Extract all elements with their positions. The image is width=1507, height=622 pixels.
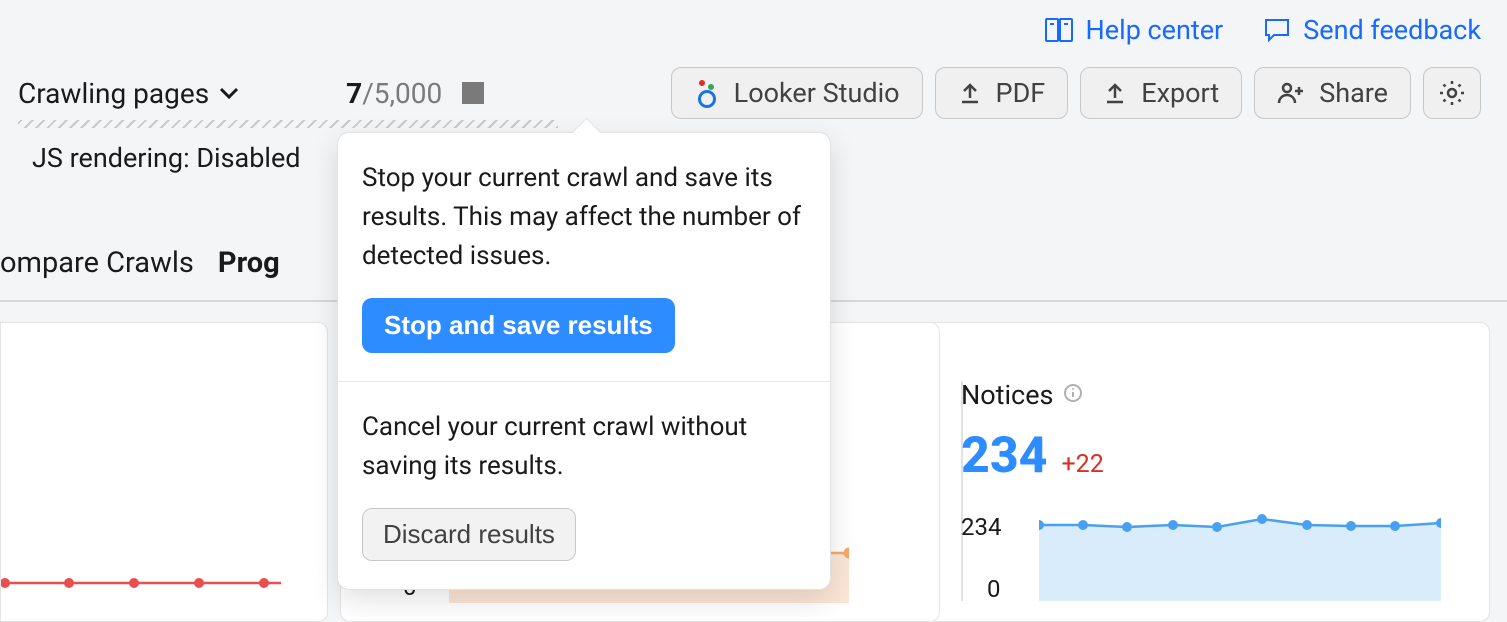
stop-crawl-popover: Stop your current crawl and save its res…	[337, 132, 831, 590]
book-icon	[1044, 17, 1074, 43]
chat-icon	[1263, 17, 1291, 43]
share-button[interactable]: Share	[1254, 67, 1411, 119]
errors-sparkline	[1, 519, 329, 599]
notices-title: Notices	[961, 379, 1053, 411]
js-rendering-status: JS rendering: Disabled	[32, 142, 301, 174]
looker-studio-button[interactable]: Looker Studio	[671, 67, 923, 119]
stop-crawl-button[interactable]	[462, 82, 484, 104]
settings-button[interactable]	[1423, 67, 1481, 119]
upload-icon	[958, 81, 982, 105]
notices-axis-max: 234	[961, 513, 1001, 541]
stop-crawl-description: Stop your current crawl and save its res…	[362, 159, 806, 276]
discard-results-button[interactable]: Discard results	[362, 508, 576, 561]
send-feedback-label: Send feedback	[1303, 14, 1481, 46]
tab-compare-crawls[interactable]: ompare Crawls	[0, 246, 194, 280]
notices-value[interactable]: 234	[961, 427, 1048, 485]
notices-divider	[961, 381, 963, 601]
notices-delta: +22	[1062, 450, 1104, 479]
looker-studio-label: Looker Studio	[734, 77, 900, 109]
help-center-link[interactable]: Help center	[1044, 14, 1224, 46]
person-plus-icon	[1277, 81, 1305, 105]
stop-and-save-button[interactable]: Stop and save results	[362, 298, 675, 353]
send-feedback-link[interactable]: Send feedback	[1263, 14, 1481, 46]
crawl-status-dropdown[interactable]: Crawling pages	[18, 77, 239, 110]
chevron-down-icon	[219, 86, 239, 100]
upload-icon	[1103, 81, 1127, 105]
crawl-total: /5,000	[362, 77, 442, 110]
gear-icon	[1438, 79, 1466, 107]
pdf-label: PDF	[996, 77, 1046, 109]
share-label: Share	[1319, 77, 1388, 109]
export-button[interactable]: Export	[1080, 67, 1242, 119]
errors-card	[0, 322, 328, 622]
notices-sparkline	[1039, 507, 1441, 601]
looker-icon	[694, 78, 720, 108]
crawl-current: 7	[346, 77, 362, 110]
tab-progress[interactable]: Prog	[218, 246, 280, 280]
crawl-progress-bar	[18, 120, 558, 128]
export-label: Export	[1141, 77, 1219, 109]
help-center-label: Help center	[1086, 14, 1224, 46]
notices-axis-zero: 0	[987, 575, 1001, 603]
discard-crawl-description: Cancel your current crawl without saving…	[362, 408, 806, 486]
info-icon[interactable]	[1063, 381, 1083, 409]
notices-card: Notices 234 +22 234 0	[860, 322, 1490, 622]
crawl-counter: 7/5,000	[346, 77, 442, 110]
crawl-status-label: Crawling pages	[18, 77, 209, 110]
pdf-button[interactable]: PDF	[935, 67, 1069, 119]
